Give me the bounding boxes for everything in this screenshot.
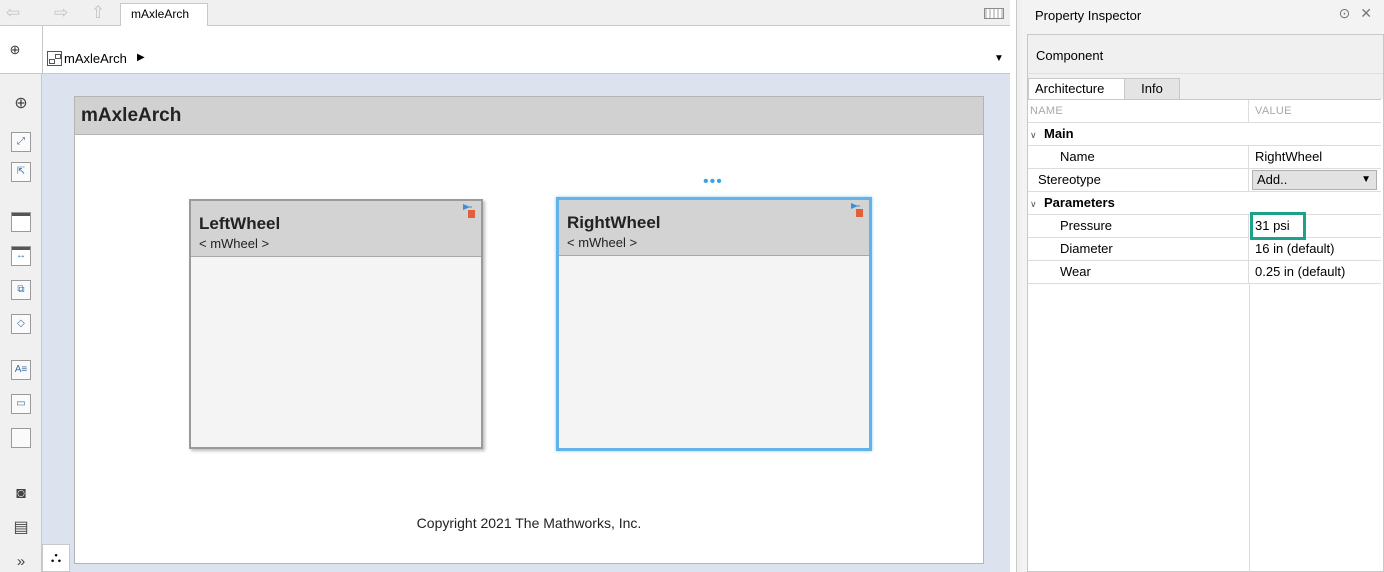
editor-toolbar: ⇦ ⇨ ⇧ mAxleArch [0,0,1010,26]
table-row: Wear 0.25 in (default) [1028,261,1381,284]
stereotype-cell: Add.. ▼ [1249,169,1381,192]
chevron-down-icon: ▼ [1361,174,1371,185]
architecture-title: mAxleArch [81,105,182,126]
inspector-body: Component Architecture Info NAME VALUE ∨… [1027,34,1384,572]
address-row: ⊕ mAxleArch ▶ ▼ [0,26,1010,74]
column-divider [1249,284,1250,572]
table-row: Stereotype Add.. ▼ [1028,169,1381,192]
annotation-icon[interactable]: A≡ [11,360,31,380]
table-row: Pressure 31 psi [1028,212,1381,240]
zoom-in-icon[interactable]: ⊕ [11,94,31,114]
breadcrumb-arrow-icon[interactable]: ▶ [137,52,145,63]
section-label: Component [1036,48,1104,63]
inspector-tabs: Architecture Info [1028,74,1383,100]
component-header: RightWheel < mWheel > [559,200,869,256]
palette-toolstrip: ⊕ ⤢ ⇱ ↔ ⧉ ◇ A≡ ▭ ◙ ▤ » [0,74,42,572]
architecture-sheet: mAxleArch LeftWheel < mWheel > RightWhee… [74,96,984,564]
tab-info[interactable]: Info [1125,78,1180,100]
property-label: Diameter [1028,238,1249,261]
area-icon[interactable] [11,428,31,448]
inspector-title: Property Inspector [1035,8,1142,23]
variant-icon[interactable]: ⧉ [11,280,31,300]
screenshot-icon[interactable]: ◙ [11,484,31,504]
breadcrumb-dropdown-icon[interactable]: ▼ [994,53,1004,64]
group-label: Main [1044,126,1074,141]
component-name: RightWheel [567,213,661,232]
image-icon[interactable]: ▭ [11,394,31,414]
component-stereotype: < mWheel > [567,235,638,250]
hierarchy-icon[interactable]: ⛬ [42,544,70,572]
component-header: LeftWheel < mWheel > [191,201,481,257]
expand-toolstrip-icon[interactable]: » [11,552,31,572]
reference-model-icon [463,204,475,218]
highlight-box [1250,212,1306,240]
group-label: Parameters [1044,195,1115,210]
property-inspector: Property Inspector ⊙ ✕ Component Archite… [1022,0,1384,572]
keyboard-icon[interactable] [984,8,1004,19]
column-value-header: VALUE [1255,105,1292,117]
properties-table: NAME VALUE ∨ Main Name RightWheel Stereot… [1028,99,1381,572]
zoom-actual-icon[interactable]: ⇱ [11,162,31,182]
tab-architecture[interactable]: Architecture [1028,78,1125,100]
model-editor: ⇦ ⇨ ⇧ mAxleArch ⊕ ⊕ mAxleArch ▶ ▼ ⊕ ⤢ ⇱ … [0,0,1010,572]
column-name-header: NAME [1028,100,1249,123]
back-arrow-icon[interactable]: ⇦ [2,3,24,23]
sheet-header: mAxleArch [75,97,983,135]
name-field[interactable]: RightWheel [1249,146,1381,169]
close-icon[interactable]: ✕ [1360,5,1372,21]
panel-menu-icon[interactable]: ⊙ [1339,5,1351,21]
diameter-field[interactable]: 16 in (default) [1249,238,1381,261]
chevron-down-icon[interactable]: ∨ [1030,193,1044,215]
property-label: Wear [1028,261,1249,284]
component-leftwheel[interactable]: LeftWheel < mWheel > [189,199,483,449]
property-label: Pressure [1028,215,1249,238]
component-section: Component [1028,35,1383,74]
model-tab[interactable]: mAxleArch [120,3,208,26]
table-row: Diameter 16 in (default) [1028,238,1381,261]
wear-field[interactable]: 0.25 in (default) [1249,261,1381,284]
model-icon [47,51,62,66]
component-icon[interactable] [11,212,31,232]
property-label: Name [1028,146,1249,169]
reference-model-icon [851,203,863,217]
diagram-canvas[interactable]: mAxleArch LeftWheel < mWheel > RightWhee… [42,74,1010,572]
inspector-controls: ⊙ ✕ [1339,5,1372,22]
up-arrow-icon[interactable]: ⇧ [87,3,109,23]
property-label: Stereotype [1028,169,1249,192]
group-main[interactable]: ∨ Main [1028,123,1381,146]
action-menu-icon[interactable]: ••• [703,173,723,191]
hide-explorer-icon[interactable]: ⊕ [7,42,23,58]
group-parameters[interactable]: ∨ Parameters [1028,192,1381,215]
copyright-annotation: Copyright 2021 The Mathworks, Inc. [416,515,642,531]
breadcrumb-model[interactable]: mAxleArch [64,51,127,66]
adapter-icon[interactable]: ◇ [11,314,31,334]
forward-arrow-icon[interactable]: ⇨ [50,3,72,23]
component-stereotype: < mWheel > [199,236,270,251]
divider [42,26,43,74]
component-rightwheel[interactable]: RightWheel < mWheel > [556,197,872,451]
chevron-down-icon[interactable]: ∨ [1030,124,1044,146]
fit-view-icon[interactable]: ⤢ [11,132,31,152]
table-header: NAME VALUE [1028,100,1381,123]
stereotype-dropdown[interactable]: Add.. ▼ [1252,170,1377,190]
properties-icon[interactable]: ▤ [11,518,31,538]
table-row: Name RightWheel [1028,146,1381,169]
stereotype-value: Add.. [1257,172,1288,187]
reference-component-icon[interactable]: ↔ [11,246,31,266]
component-name: LeftWheel [199,214,281,233]
